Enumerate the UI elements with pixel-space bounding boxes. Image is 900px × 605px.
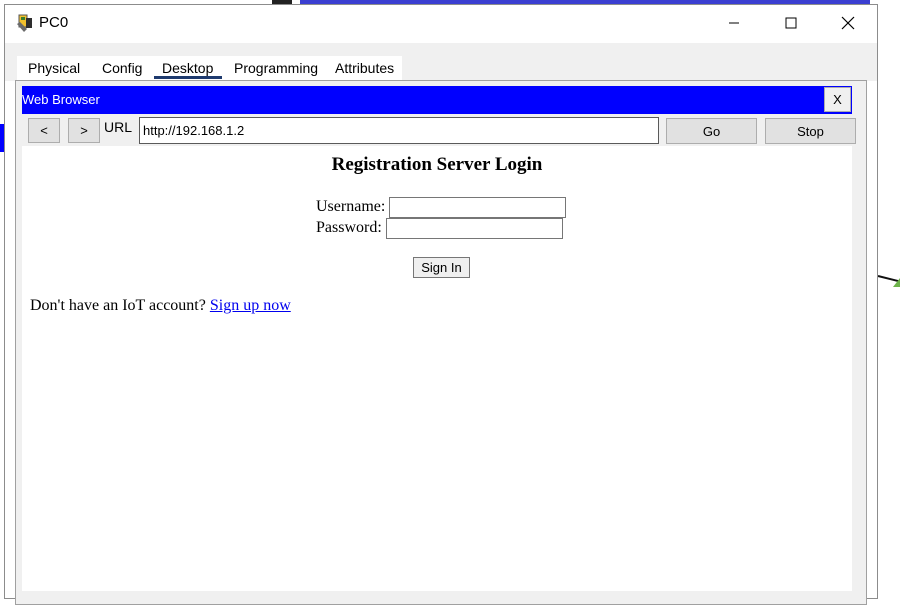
web-page: Registration Server Login Username: Pass… xyxy=(22,146,852,591)
close-icon xyxy=(841,16,855,30)
signup-prompt-line: Don't have an IoT account? Sign up now xyxy=(30,297,291,315)
minimize-icon xyxy=(729,22,739,24)
maximize-icon xyxy=(785,17,797,29)
minimize-button[interactable] xyxy=(711,5,757,41)
stop-button[interactable]: Stop xyxy=(765,118,856,144)
password-label: Password: xyxy=(316,219,382,236)
browser-close-button[interactable]: X xyxy=(824,87,851,112)
tab-programming[interactable]: Programming xyxy=(234,60,318,76)
forward-button[interactable]: > xyxy=(68,118,100,143)
close-button[interactable] xyxy=(825,5,871,41)
browser-right-edge xyxy=(852,146,862,591)
url-label: URL xyxy=(104,119,133,135)
signup-link[interactable]: Sign up now xyxy=(210,297,291,314)
tab-attributes[interactable]: Attributes xyxy=(335,60,394,76)
sign-in-button[interactable]: Sign In xyxy=(413,257,470,278)
password-field[interactable] xyxy=(386,218,563,239)
pc-icon xyxy=(15,14,35,34)
tab-desktop[interactable]: Desktop xyxy=(162,60,213,76)
page-title: Registration Server Login xyxy=(331,154,543,175)
username-field[interactable] xyxy=(389,197,566,218)
maximize-button[interactable] xyxy=(768,5,814,41)
background-link-line xyxy=(877,275,900,283)
browser-title: Web Browser xyxy=(22,92,100,107)
window-title: PC0 xyxy=(39,14,69,31)
active-tab-indicator xyxy=(154,76,222,79)
signup-prompt: Don't have an IoT account? xyxy=(30,297,206,314)
tab-physical[interactable]: Physical xyxy=(28,60,80,76)
tab-config[interactable]: Config xyxy=(102,60,142,76)
url-input[interactable] xyxy=(139,117,659,144)
window-titlebar[interactable]: PC0 xyxy=(5,5,877,43)
go-button[interactable]: Go xyxy=(666,118,757,144)
browser-titlebar xyxy=(22,86,852,114)
back-button[interactable]: < xyxy=(28,118,60,143)
username-label: Username: xyxy=(316,198,386,215)
